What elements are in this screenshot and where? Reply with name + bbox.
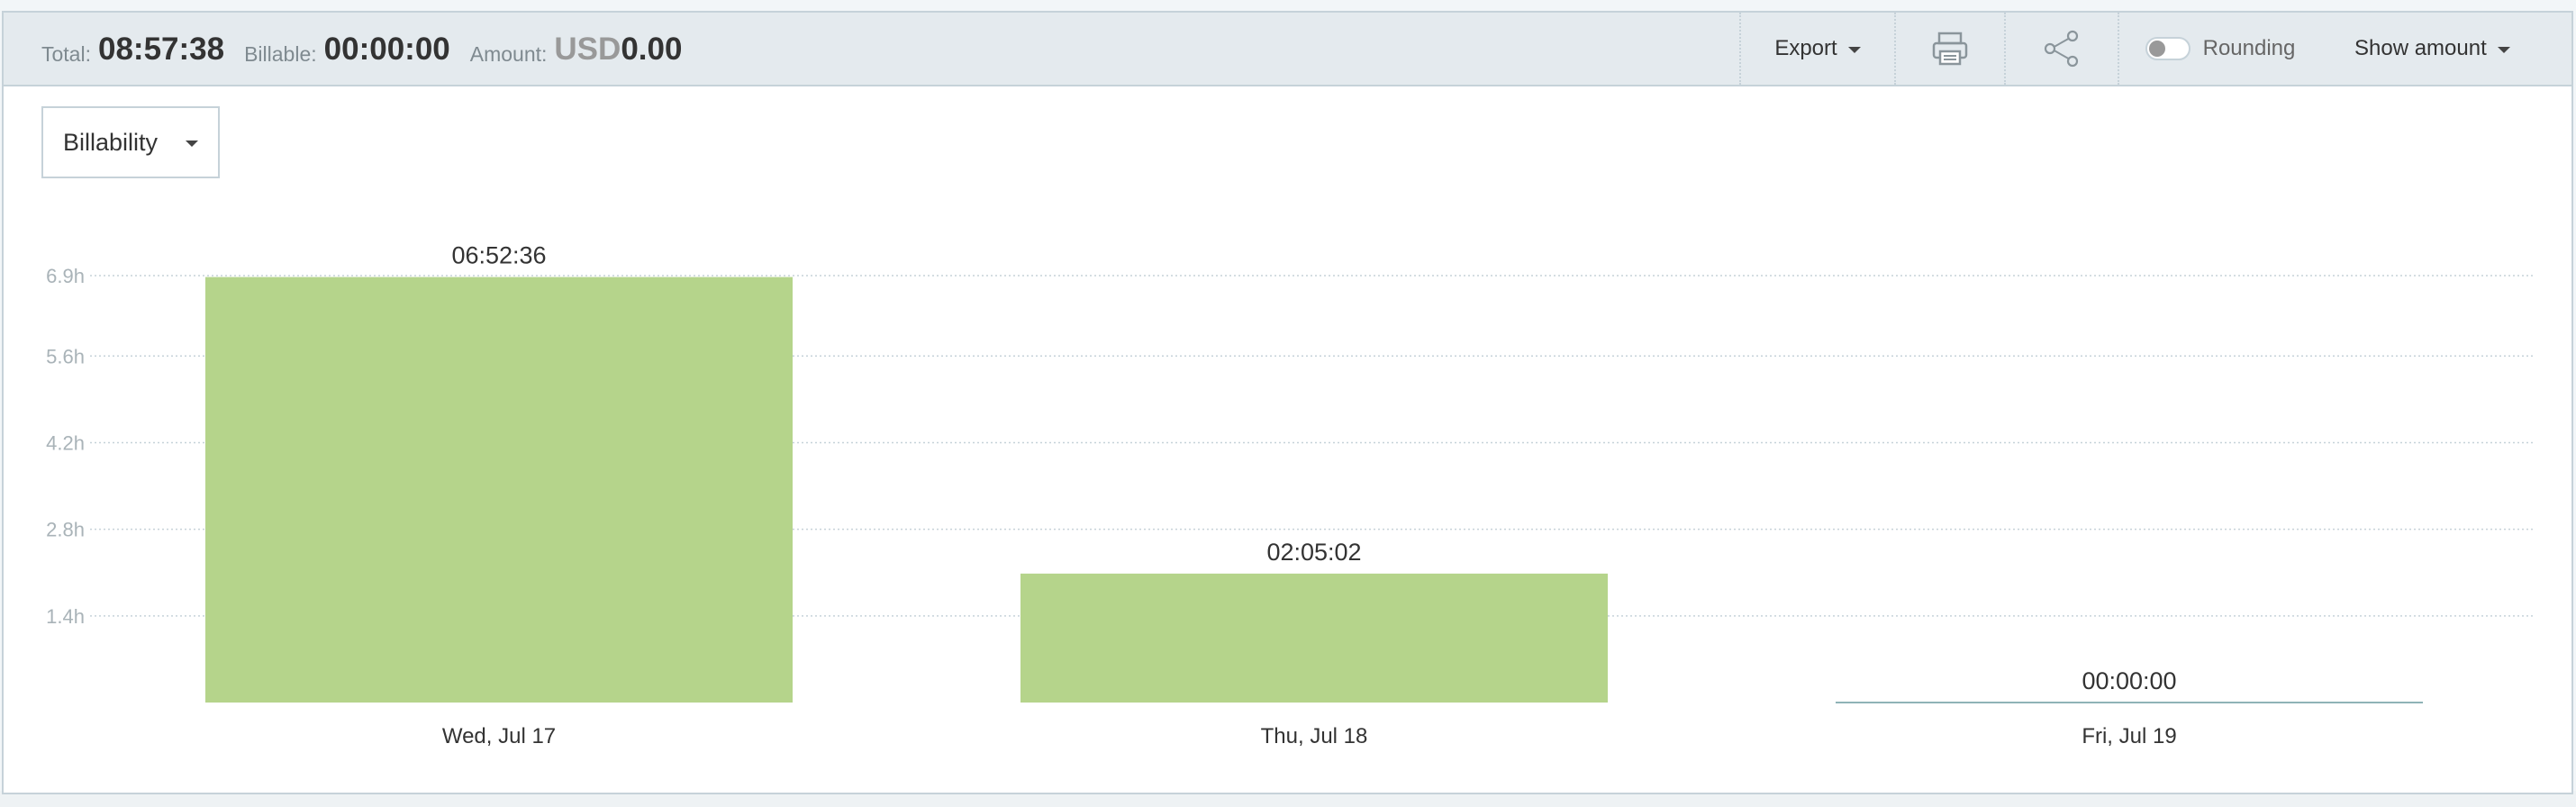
report-panel: Total: 08:57:38 Billable: 00:00:00 Amoun… [2,11,2573,794]
x-category-label: Fri, Jul 19 [2082,724,2176,748]
bar-data-label: 00:00:00 [2082,667,2176,694]
bar-data-label: 06:52:36 [451,242,546,269]
y-tick-label: 4.2h [46,431,85,454]
x-category-label: Wed, Jul 17 [442,724,556,748]
y-tick-label: 2.8h [46,519,85,541]
billability-bar-chart: 1.4h 2.8h 4.2h 5.6h 6.9h 06:52:36 Wed, Jul 17 0… [46,242,2535,748]
bar [205,277,793,703]
x-category-label: Thu, Jul 18 [1261,724,1368,748]
y-tick-label: 5.6h [46,345,85,367]
bar-data-label: 02:05:02 [1266,539,1361,566]
report-root: Total: 08:57:38 Billable: 00:00:00 Amoun… [0,0,2576,807]
bar [1020,573,1608,703]
y-tick-label: 6.9h [46,265,85,287]
y-tick-label: 1.4h [46,605,85,628]
